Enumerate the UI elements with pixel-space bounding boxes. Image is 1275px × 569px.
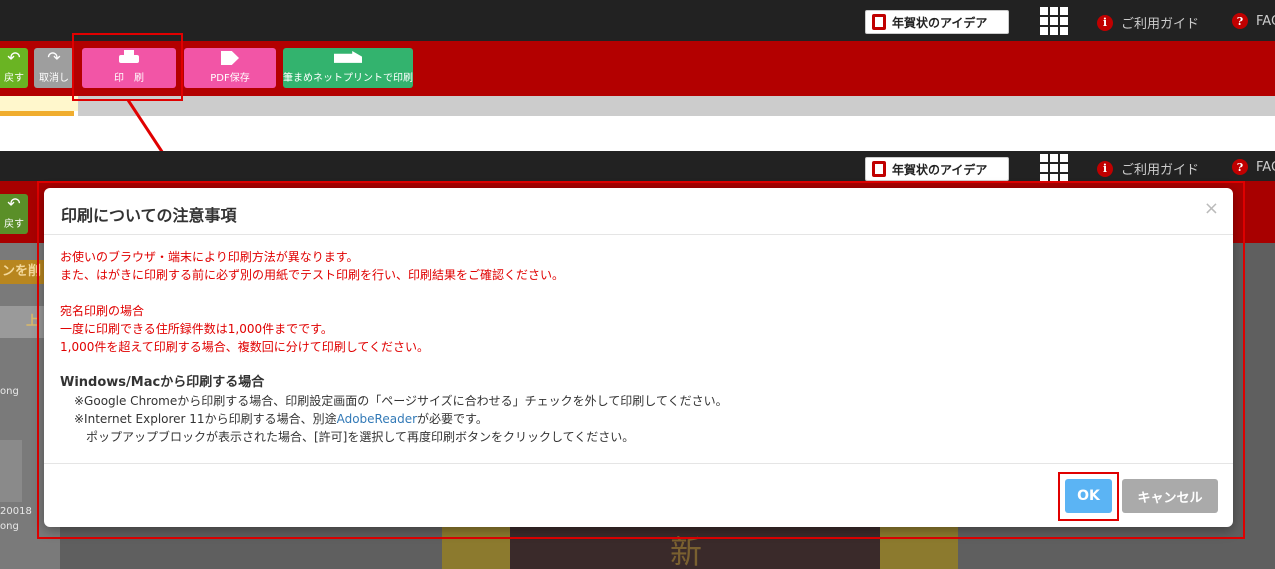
- notice-line: また、はがきに印刷する前に必ず別の用紙でテスト印刷を行い、印刷結果をご確認くださ…: [60, 268, 565, 282]
- list-item-text: ong: [0, 386, 19, 397]
- dialog-body: お使いのブラウザ・端末により印刷方法が異なります。 また、はがきに印刷する前に必…: [60, 248, 728, 446]
- guide-link-label: ご利用ガイド: [1121, 17, 1200, 32]
- redo-button[interactable]: ↷ 取消し: [34, 48, 74, 88]
- list-item-text: ong: [0, 521, 19, 532]
- ie-note: ※Internet Explorer 11から印刷する場合、別途AdobeRea…: [60, 410, 728, 428]
- notice-line: お使いのブラウザ・端末により印刷方法が異なります。: [60, 250, 359, 264]
- yellow-strip: [0, 96, 78, 111]
- faq-link-2[interactable]: ? FAQ: [1232, 159, 1275, 175]
- address-line: 1,000件を超えて印刷する場合、複数回に分けて印刷してください。: [60, 340, 430, 354]
- top-header: 年賀状のアイデア i ご利用ガイド ? FAQ: [0, 0, 1275, 41]
- thumbnail-dim[interactable]: [0, 440, 22, 502]
- address-line: 一度に印刷できる住所録件数は1,000件までです。: [60, 322, 333, 336]
- idea-button-2[interactable]: 年賀状のアイデア: [865, 157, 1009, 181]
- undo-button[interactable]: ↶ 戻す: [0, 48, 28, 88]
- guide-link[interactable]: i ご利用ガイド: [1097, 13, 1199, 32]
- footer-divider: [44, 463, 1233, 464]
- netprint-label: 筆まめネットプリントで印刷: [283, 73, 413, 84]
- delete-button-text: ンを削: [2, 264, 42, 279]
- print-highlight-box: [72, 33, 183, 101]
- apps-grid-icon[interactable]: [1040, 7, 1068, 35]
- faq-link[interactable]: ? FAQ: [1232, 13, 1275, 29]
- cancel-button[interactable]: キャンセル: [1122, 479, 1218, 513]
- undo-icon: ↶: [7, 48, 21, 67]
- header-divider: [44, 234, 1233, 235]
- address-heading: 宛名印刷の場合: [60, 304, 145, 318]
- truck-icon: [334, 51, 362, 63]
- chrome-note: ※Google Chromeから印刷する場合、印刷設定画面の「ページサイズに合わ…: [74, 394, 728, 408]
- info-icon: i: [1097, 14, 1113, 31]
- redo-label: 取消し: [39, 73, 69, 84]
- faq-link-label: FAQ: [1256, 13, 1275, 29]
- redo-icon: ↷: [47, 48, 61, 67]
- close-icon[interactable]: ×: [1204, 198, 1219, 219]
- card-icon: [872, 161, 886, 177]
- pdf-save-button[interactable]: PDF保存: [184, 48, 276, 88]
- second-header: [0, 151, 1275, 181]
- adobe-reader-link[interactable]: AdobeReader: [337, 412, 417, 426]
- idea-button-label-2: 年賀状のアイデア: [892, 162, 988, 177]
- windows-mac-heading: Windows/Macから印刷する場合: [60, 375, 265, 390]
- undo-button-2[interactable]: ↶ 戻す: [0, 194, 28, 234]
- guide-link-2[interactable]: i ご利用ガイド: [1097, 159, 1199, 178]
- pdf-arrow-icon: [221, 51, 239, 65]
- idea-button[interactable]: 年賀状のアイデア: [865, 10, 1009, 34]
- undo-icon: ↶: [7, 194, 21, 213]
- ie-note-prefix: ※Internet Explorer 11から印刷する場合、別途: [74, 412, 337, 426]
- faq-link-label-2: FAQ: [1256, 159, 1275, 175]
- question-icon: ?: [1232, 13, 1248, 29]
- card-icon: [872, 14, 886, 30]
- netprint-button[interactable]: 筆まめネットプリントで印刷: [283, 48, 413, 88]
- ok-highlight-box: [1058, 472, 1119, 521]
- guide-link-label-2: ご利用ガイド: [1121, 163, 1200, 178]
- print-notice-dialog: 印刷についての注意事項 × お使いのブラウザ・端末により印刷方法が異なります。 …: [44, 188, 1233, 527]
- undo-label: 戻す: [4, 73, 24, 84]
- info-icon: i: [1097, 160, 1113, 177]
- idea-button-label: 年賀状のアイデア: [892, 15, 988, 30]
- pdf-label: PDF保存: [210, 73, 250, 84]
- dialog-title: 印刷についての注意事項: [61, 206, 237, 225]
- question-icon: ?: [1232, 159, 1248, 175]
- ie-note-suffix: が必要です。: [417, 412, 488, 426]
- list-item-text: 20018: [0, 506, 32, 517]
- undo-label-2: 戻す: [4, 219, 24, 230]
- grey-strip: [78, 96, 1275, 116]
- apps-grid-icon-2[interactable]: [1040, 154, 1068, 182]
- popup-note: ポップアップブロックが表示された場合、[許可]を選択して再度印刷ボタンをクリック…: [86, 430, 635, 444]
- orange-strip: [0, 111, 74, 116]
